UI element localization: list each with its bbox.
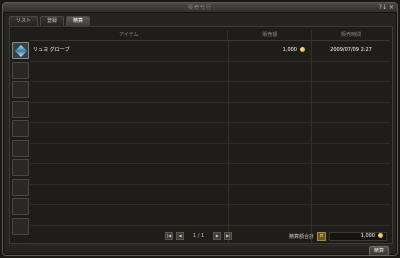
table-row (30, 102, 390, 123)
gold-coin-icon (378, 233, 384, 238)
tab-list[interactable]: リスト (9, 16, 39, 26)
sales-window: 販売代行 ?↓ × リスト 登録 精算 アイテム 販売額 販売時間 リュヨ グロ… (2, 2, 398, 256)
item-slot[interactable] (12, 100, 29, 118)
row-date: 2009/07/09 2:27 (311, 41, 390, 61)
table-row (30, 123, 390, 144)
header-item: アイテム (118, 32, 139, 38)
table-row (30, 143, 390, 164)
coin-pouch-icon: ¤ (317, 232, 327, 241)
item-slot[interactable] (12, 217, 29, 235)
table-row (30, 164, 390, 185)
row-item-name: リュヨ グロ一ブ (33, 47, 70, 53)
row-price-cell: 1,000 (228, 41, 311, 61)
table-row (30, 61, 390, 82)
item-slot[interactable] (12, 81, 29, 98)
item-slot-column (12, 42, 30, 237)
settle-button[interactable]: 精算 (369, 246, 389, 256)
settlement-panel: アイテム 販売額 販売時間 リュヨ グロ一ブ 1,000 2009/07/09 … (9, 26, 393, 246)
gold-coin-icon (300, 47, 305, 52)
total-amount: 1,000 (360, 233, 376, 239)
table-row (30, 82, 390, 103)
tab-register[interactable]: 登録 (40, 16, 65, 26)
tab-settlement[interactable]: 精算 (66, 16, 91, 26)
window-title: 販売代行 (187, 5, 212, 11)
total-label: 精算額合計 (289, 234, 315, 240)
header-date: 販売時間 (311, 30, 390, 40)
pagination: |◀ ◀ 1 / 1 ▶ ▶| (165, 232, 233, 240)
item-slot[interactable] (12, 159, 29, 176)
item-slot[interactable] (12, 42, 29, 59)
item-slot[interactable] (12, 61, 29, 79)
page-indicator: 1 / 1 (193, 233, 205, 239)
item-slot[interactable] (12, 139, 29, 157)
tab-bar: リスト 登録 精算 (9, 16, 91, 26)
table-row[interactable]: リュヨ グロ一ブ 1,000 2009/07/09 2:27 (30, 41, 390, 62)
table-row (30, 184, 390, 205)
glove-item-icon (14, 44, 28, 58)
sales-table: アイテム 販売額 販売時間 リュヨ グロ一ブ 1,000 2009/07/09 … (30, 30, 390, 246)
last-page-button[interactable]: ▶| (224, 232, 233, 240)
row-price: 1,000 (282, 47, 297, 53)
close-icon[interactable]: × (389, 4, 394, 11)
next-page-button[interactable]: ▶ (213, 232, 222, 240)
total-amount-field: 1,000 (329, 232, 388, 241)
header-price: 販売額 (227, 30, 311, 40)
item-slot[interactable] (12, 120, 29, 137)
first-page-button[interactable]: |◀ (165, 232, 173, 240)
item-slot[interactable] (12, 198, 29, 215)
prev-page-button[interactable]: ◀ (176, 232, 184, 240)
title-bar[interactable]: 販売代行 ?↓ × (3, 3, 397, 13)
help-icon[interactable]: ?↓ (379, 4, 387, 11)
table-header: アイテム 販売額 販売時間 (30, 30, 390, 41)
table-row (30, 205, 390, 226)
settlement-summary: 精算額合計 ¤ 1,000 (289, 232, 388, 241)
item-slot[interactable] (12, 178, 29, 196)
